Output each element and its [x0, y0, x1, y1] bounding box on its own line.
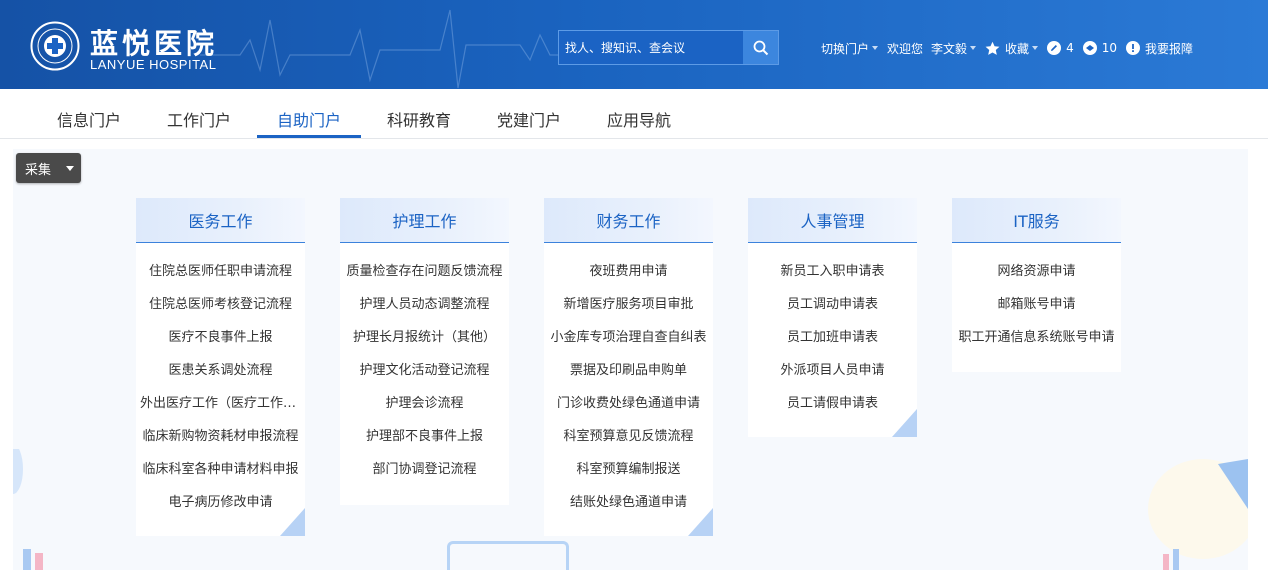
list-item[interactable]: 护理人员动态调整流程: [344, 296, 505, 314]
messages-button[interactable]: 10: [1082, 41, 1117, 55]
list-item[interactable]: 电子病历修改申请: [140, 494, 301, 512]
tab-work-portal[interactable]: 工作门户: [167, 107, 231, 131]
list-item[interactable]: 票据及印刷品申购单: [548, 362, 709, 380]
card-title: IT服务: [952, 198, 1121, 243]
list-item[interactable]: 职工开通信息系统账号申请: [956, 329, 1117, 347]
portal-nav: 信息门户 工作门户 自助门户 科研教育 党建门户 应用导航: [0, 89, 1268, 139]
card-title: 人事管理: [748, 198, 917, 243]
list-item[interactable]: 质量检查存在问题反馈流程: [344, 263, 505, 281]
switch-portal-label: 切换门户: [821, 41, 870, 56]
list-item[interactable]: 护理长月报统计（其他）: [344, 329, 505, 347]
user-toolbar: 切换门户 欢迎您 李文毅 收藏 4 10 我要报障: [821, 39, 1202, 57]
card-corner-decoration: [892, 409, 917, 437]
collect-dropdown-button[interactable]: 采集: [16, 153, 81, 183]
tab-info-portal[interactable]: 信息门户: [57, 107, 121, 131]
list-item[interactable]: 员工调动申请表: [752, 296, 913, 314]
edit-tasks-button[interactable]: 4: [1047, 41, 1074, 55]
card-it-service: IT服务 网络资源申请 邮箱账号申请 职工开通信息系统账号申请: [952, 198, 1121, 372]
list-item[interactable]: 护理文化活动登记流程: [344, 362, 505, 380]
card-title: 医务工作: [136, 198, 305, 243]
message-count: 10: [1101, 41, 1117, 55]
chevron-down-icon: [66, 166, 74, 171]
tab-app-navigation[interactable]: 应用导航: [607, 107, 671, 131]
list-item[interactable]: 科室预算意见反馈流程: [548, 428, 709, 446]
card-title: 护理工作: [340, 198, 509, 243]
hospital-logo-icon: [30, 21, 80, 71]
list-item[interactable]: 小金库专项治理自查自纠表: [548, 329, 709, 347]
list-item[interactable]: 夜班费用申请: [548, 263, 709, 281]
list-item[interactable]: 科室预算编制报送: [548, 461, 709, 479]
list-item[interactable]: 住院总医师考核登记流程: [140, 296, 301, 314]
list-item[interactable]: 新员工入职申请表: [752, 263, 913, 281]
report-fault-label: 我要报障: [1144, 41, 1193, 56]
welcome-label: 欢迎您: [887, 41, 924, 56]
header-bar: 蓝悦医院 LANYUE HOSPITAL 切换门户 欢迎您 李文毅 收藏 4: [0, 0, 1268, 89]
card-medical-affairs: 医务工作 住院总医师任职申请流程 住院总医师考核登记流程 医疗不良事件上报 医患…: [136, 198, 305, 536]
favorites-menu[interactable]: 收藏: [985, 40, 1039, 57]
decoration-left-illustration: [13, 449, 43, 570]
chevron-down-icon: [1032, 46, 1039, 50]
edit-count: 4: [1066, 41, 1074, 55]
star-icon: [985, 41, 1000, 55]
chevron-down-icon: [872, 46, 879, 50]
card-corner-decoration: [280, 508, 305, 536]
tab-self-service-portal[interactable]: 自助门户: [277, 107, 341, 131]
brand-name-cn: 蓝悦医院: [90, 27, 219, 60]
active-tab-indicator: [257, 135, 361, 138]
message-icon: [1082, 41, 1097, 55]
card-finance: 财务工作 夜班费用申请 新增医疗服务项目审批 小金库专项治理自查自纠表 票据及印…: [544, 198, 713, 536]
list-item[interactable]: 护理会诊流程: [344, 395, 505, 413]
collect-label: 采集: [25, 162, 52, 178]
list-item[interactable]: 门诊收费处绿色通道申请: [548, 395, 709, 413]
list-item[interactable]: 临床新购物资耗材申报流程: [140, 428, 301, 446]
alert-icon: [1125, 41, 1140, 55]
list-item[interactable]: 外出医疗工作（医疗工作调整）: [140, 395, 301, 413]
list-item[interactable]: 医疗不良事件上报: [140, 329, 301, 347]
list-item[interactable]: 员工请假申请表: [752, 395, 913, 413]
list-item[interactable]: 医患关系调处流程: [140, 362, 301, 380]
report-fault-button[interactable]: 我要报障: [1125, 40, 1193, 57]
chevron-down-icon: [970, 46, 977, 50]
list-item[interactable]: 临床科室各种申请材料申报: [140, 461, 301, 479]
list-item[interactable]: 邮箱账号申请: [956, 296, 1117, 314]
user-name: 李文毅: [931, 41, 968, 56]
tab-research-education[interactable]: 科研教育: [387, 107, 451, 131]
card-title: 财务工作: [544, 198, 713, 243]
list-item[interactable]: 结账处绿色通道申请: [548, 494, 709, 512]
search-button[interactable]: [743, 31, 778, 64]
decoration-monitor-illustration: [447, 541, 569, 570]
search-input[interactable]: [559, 31, 744, 64]
brand-name-en: LANYUE HOSPITAL: [90, 57, 217, 72]
list-item[interactable]: 护理部不良事件上报: [344, 428, 505, 446]
search-icon: [753, 40, 768, 55]
card-hr: 人事管理 新员工入职申请表 员工调动申请表 员工加班申请表 外派项目人员申请 员…: [748, 198, 917, 437]
list-item[interactable]: 网络资源申请: [956, 263, 1117, 281]
list-item[interactable]: 部门协调登记流程: [344, 461, 505, 479]
favorites-label: 收藏: [1005, 41, 1030, 56]
switch-portal-menu[interactable]: 切换门户: [821, 40, 879, 57]
list-item[interactable]: 外派项目人员申请: [752, 362, 913, 380]
card-nursing: 护理工作 质量检查存在问题反馈流程 护理人员动态调整流程 护理长月报统计（其他）…: [340, 198, 509, 505]
decoration-right-illustration: [1148, 459, 1248, 570]
card-corner-decoration: [688, 508, 713, 536]
list-item[interactable]: 新增医疗服务项目审批: [548, 296, 709, 314]
user-menu[interactable]: 欢迎您 李文毅: [887, 40, 977, 57]
search-box: [558, 30, 779, 65]
list-item[interactable]: 住院总医师任职申请流程: [140, 263, 301, 281]
tab-party-portal[interactable]: 党建门户: [497, 107, 561, 131]
list-item[interactable]: 员工加班申请表: [752, 329, 913, 347]
pencil-icon: [1047, 41, 1062, 55]
